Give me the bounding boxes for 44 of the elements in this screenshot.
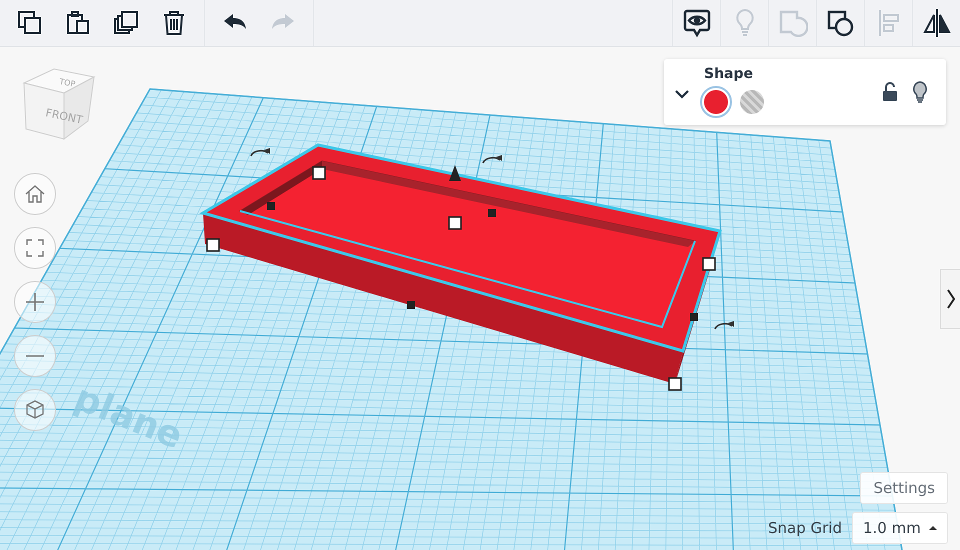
perspective-button[interactable] [14, 389, 56, 431]
mirror-icon [922, 8, 952, 38]
size-handle[interactable] [407, 301, 415, 309]
fit-view-icon [24, 237, 46, 259]
side-panel-toggle[interactable] [940, 269, 960, 329]
trash-icon [161, 10, 187, 36]
cube-icon [24, 399, 46, 421]
fit-button[interactable] [14, 227, 56, 269]
chevron-right-icon [946, 288, 956, 310]
stacked-squares-icon [113, 10, 139, 36]
clipboard-icon [65, 10, 91, 36]
resize-handle[interactable] [668, 377, 682, 391]
lightbulb-icon [734, 8, 756, 38]
snap-grid-select[interactable]: 1.0 mm [852, 512, 948, 544]
lightbulb-icon[interactable] [912, 81, 928, 103]
padlock-icon[interactable] [882, 82, 898, 102]
size-handle[interactable] [488, 209, 496, 217]
resize-handle[interactable] [702, 257, 716, 271]
home-button[interactable] [14, 173, 56, 215]
plus-icon [24, 291, 46, 313]
copy-icon [17, 10, 43, 36]
panel-title: Shape [704, 66, 754, 82]
solid-swatch[interactable] [700, 86, 732, 118]
resize-handle[interactable] [206, 238, 220, 252]
settings-button[interactable]: Settings [860, 472, 948, 504]
speech-bubble-eye-icon [682, 8, 710, 38]
rotate-handle-icon[interactable] [482, 155, 502, 164]
home-icon [24, 183, 46, 205]
chevron-icon[interactable] [674, 89, 690, 99]
resize-handle[interactable] [448, 216, 462, 230]
minus-icon [25, 355, 45, 357]
rotate-handle-icon[interactable] [714, 321, 734, 330]
rotate-handle-icon[interactable] [250, 148, 270, 156]
resize-handle[interactable] [312, 166, 326, 180]
size-handle[interactable] [690, 313, 698, 321]
square-circle-icon [826, 9, 856, 37]
snap-grid-label: Snap Grid [768, 519, 842, 537]
align-icon [876, 8, 900, 38]
zoom-in-button[interactable] [14, 281, 56, 323]
caret-icon [929, 525, 937, 531]
merged-shape-icon [778, 9, 808, 37]
cone-handle[interactable] [449, 165, 461, 181]
size-handle[interactable] [267, 202, 275, 210]
box-shape[interactable] [199, 143, 722, 384]
